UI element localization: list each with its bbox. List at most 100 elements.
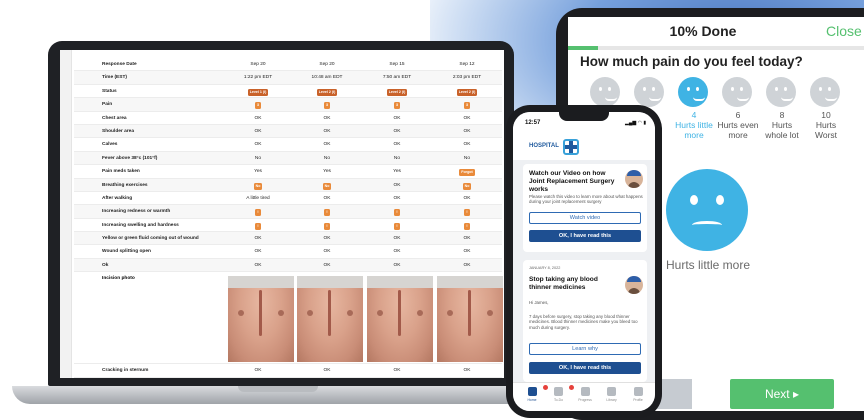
status-time: 12:57	[525, 120, 541, 126]
table-cell: Level 1 (I)	[228, 88, 288, 96]
next-button[interactable]: Next ▸	[730, 379, 834, 409]
table-row: Status Level 1 (I) Level 2 (I) Level 2 (I) L…	[74, 85, 502, 99]
tab-label: To-Do	[553, 398, 564, 402]
profile-icon	[633, 387, 643, 396]
table-cell: No	[437, 182, 497, 190]
pain-value: 10	[821, 110, 831, 120]
survey-question: How much pain do you feel today?	[580, 54, 803, 69]
mark-read-button[interactable]: OK, I have read this	[529, 230, 641, 242]
row-label: Status	[102, 88, 117, 94]
table-cell: No	[393, 155, 401, 161]
table-cell: 7:50 am EDT	[382, 75, 412, 81]
status-badge: 3	[464, 102, 470, 110]
table-row: Calves OK OK OK OK	[74, 138, 502, 152]
home-icon	[527, 385, 548, 396]
pain-value: 4	[691, 110, 697, 120]
incision-photo-row: Incision photo	[74, 272, 503, 365]
status-badge: No	[322, 182, 332, 190]
incision-photo[interactable]	[437, 276, 503, 363]
table-cell: A little tired	[246, 195, 270, 201]
tab-todo[interactable]: To-Do	[546, 385, 574, 409]
laptop-screen: Response Date Sep 20 Sep 20 Sep 15 Sep 1…	[60, 50, 504, 378]
card-body: 7 days before surgery, stop taking any b…	[529, 314, 638, 330]
todo-icon	[554, 385, 574, 396]
incision-photo[interactable]	[228, 276, 294, 363]
pain-face-option[interactable]: 6 Hurts even more	[716, 77, 760, 173]
table-cell: No	[463, 155, 471, 161]
table-row: Time (EST) 1:22 pm EDT 10:48 am EDT 7:50 am…	[74, 71, 502, 85]
row-label: Incision photo	[102, 276, 135, 282]
selected-pain-label: Hurts little more	[666, 258, 751, 272]
table-cell: 3	[437, 102, 497, 110]
incision-photo[interactable]	[297, 276, 363, 363]
table-row: Wound splitting open OK OK OK OK	[74, 245, 502, 259]
mark-read-button[interactable]: OK, I have read this	[529, 362, 641, 374]
row-label: Increasing swelling and hardness	[102, 222, 179, 228]
laptop-notch	[238, 386, 318, 392]
table-cell: 10:48 am EDT	[311, 75, 343, 81]
medical-cross-icon	[563, 139, 579, 155]
pain-value: 8	[779, 110, 785, 120]
table-cell: OK	[323, 128, 331, 134]
pain-face-option[interactable]: 8 Hurts whole lot	[760, 77, 804, 173]
table-cell: OK	[323, 262, 331, 268]
table-cell: 3	[297, 102, 357, 110]
video-card: Watch our Video on how Joint Replacement…	[523, 164, 647, 252]
pain-face-label: 4 Hurts little more	[672, 110, 716, 140]
table-cell: !	[367, 222, 427, 230]
library-icon	[607, 387, 616, 396]
pain-text: Hurts whole lot	[765, 120, 799, 140]
table-cell: No	[323, 155, 331, 161]
close-button[interactable]: Close	[826, 23, 862, 39]
table-cell: Yes	[323, 169, 331, 175]
watch-video-button[interactable]: Watch video	[529, 212, 641, 224]
tab-progress[interactable]: Progress	[572, 387, 598, 409]
response-table: Response Date Sep 20 Sep 20 Sep 15 Sep 1…	[74, 58, 503, 378]
next-label: Next	[764, 387, 790, 401]
learn-why-button[interactable]: Learn why	[529, 343, 641, 355]
logo-text: HOSPITAL	[529, 143, 559, 149]
card-greeting: Hi James,	[529, 300, 549, 305]
status-badge: 3	[394, 102, 400, 110]
table-cell: Forgot	[437, 169, 497, 177]
table-cell: OK	[463, 236, 471, 242]
table-cell: !	[297, 209, 357, 217]
avatar	[625, 170, 643, 188]
pain-text: Hurts Worst	[814, 120, 838, 140]
table-cell: !	[437, 209, 497, 217]
table-cell: OK	[393, 368, 401, 374]
progress-fill	[568, 46, 598, 50]
face-icon	[722, 77, 752, 107]
pain-face-label: 10 Hurts Worst	[804, 110, 848, 140]
table-cell: OK	[254, 262, 262, 268]
pain-face-option[interactable]: 4 Hurts little more	[672, 77, 716, 173]
table-row: Shoulder area OK OK OK OK	[74, 124, 502, 139]
table-cell: OK	[323, 236, 331, 242]
tab-library[interactable]: Library	[599, 387, 625, 409]
tab-profile[interactable]: Profile	[625, 387, 651, 409]
table-cell: OK	[463, 262, 471, 268]
row-label: Fever above 38°c (101°f)	[102, 155, 158, 161]
table-cell: No	[297, 182, 357, 190]
face-icon	[810, 77, 840, 107]
table-cell: OK	[393, 128, 401, 134]
tab-label: Home	[527, 398, 537, 402]
table-cell: 3	[228, 102, 288, 110]
tab-home[interactable]: Home	[519, 385, 548, 409]
pain-value: 6	[735, 110, 741, 120]
table-header-row: Response Date Sep 20 Sep 20 Sep 15 Sep 1…	[74, 58, 502, 72]
table-cell: OK	[254, 142, 262, 148]
status-badge: !	[324, 222, 330, 230]
table-cell: OK	[254, 115, 262, 121]
pain-face-option[interactable]: 10 Hurts Worst	[804, 77, 848, 173]
status-badge: !	[324, 209, 330, 217]
table-cell: OK	[393, 262, 401, 268]
status-badge: !	[394, 209, 400, 217]
table-cell: No	[228, 182, 288, 190]
incision-photo[interactable]	[367, 276, 433, 363]
row-label: Time (EST)	[102, 75, 127, 81]
table-cell: OK	[463, 115, 471, 121]
table-cell: OK	[393, 195, 401, 201]
status-badge: !	[464, 222, 470, 230]
table-cell: 3	[367, 102, 427, 110]
